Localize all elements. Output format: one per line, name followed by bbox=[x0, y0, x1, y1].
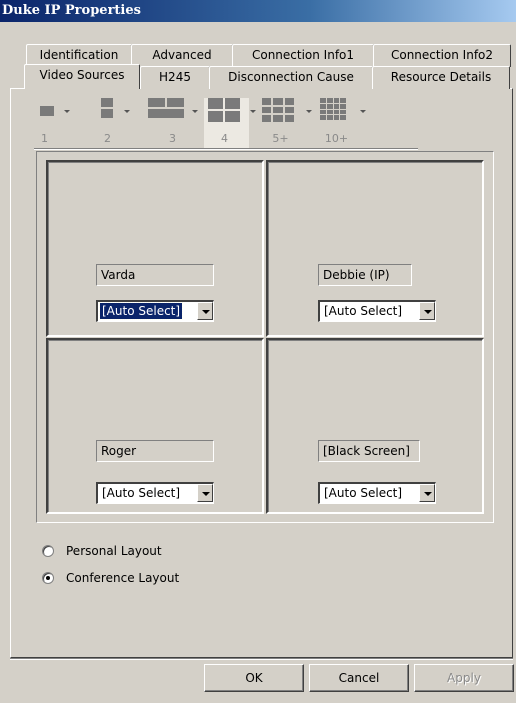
layout-1-icon bbox=[40, 106, 54, 116]
tab-advanced[interactable]: Advanced bbox=[131, 44, 233, 67]
layout-10plus-button[interactable]: 10+ bbox=[320, 98, 366, 148]
cancel-button[interactable]: Cancel bbox=[309, 664, 409, 692]
video-source-select[interactable]: [Auto Select] bbox=[318, 300, 436, 322]
layout-10plus-icon bbox=[320, 98, 346, 120]
video-source-select[interactable]: [Auto Select] bbox=[318, 482, 436, 504]
layout-2-icon bbox=[101, 98, 113, 118]
tab-resource-details[interactable]: Resource Details bbox=[372, 66, 510, 89]
chevron-down-icon[interactable] bbox=[197, 302, 213, 320]
layout-2-label: 2 bbox=[104, 132, 111, 145]
chevron-down-icon[interactable] bbox=[197, 484, 213, 502]
layout-3-label: 3 bbox=[169, 132, 176, 145]
layout-4-button[interactable]: 4 bbox=[204, 98, 256, 148]
window-title: Duke IP Properties bbox=[0, 0, 516, 22]
tab-video-sources[interactable]: Video Sources bbox=[24, 64, 140, 89]
ok-button[interactable]: OK bbox=[204, 664, 304, 692]
toolbar-separator bbox=[34, 148, 418, 150]
layout-3-icon bbox=[148, 98, 184, 118]
dropdown-arrow-icon bbox=[250, 110, 256, 113]
layout-4-icon bbox=[208, 98, 240, 122]
tab-connection-info2[interactable]: Connection Info2 bbox=[373, 44, 511, 67]
layout-10plus-label: 10+ bbox=[324, 132, 349, 145]
radio-unchecked-icon bbox=[42, 545, 54, 557]
layout-2-button[interactable]: 2 bbox=[90, 98, 135, 148]
layout-4-label: 4 bbox=[221, 132, 228, 145]
video-cell-3[interactable]: Roger [Auto Select] bbox=[46, 338, 264, 514]
personal-layout-label: Personal Layout bbox=[66, 544, 162, 558]
video-cell-2[interactable]: Debbie (IP) [Auto Select] bbox=[266, 160, 484, 337]
video-source-value: [Auto Select] bbox=[324, 486, 403, 500]
participant-name: Debbie (IP) bbox=[318, 264, 412, 286]
video-source-value: [Auto Select] bbox=[98, 302, 184, 320]
tab-h245[interactable]: H245 bbox=[140, 66, 210, 89]
video-source-value: [Auto Select] bbox=[324, 304, 403, 318]
dropdown-arrow-icon bbox=[306, 110, 312, 113]
participant-name: Roger bbox=[96, 440, 214, 462]
layout-1-label: 1 bbox=[41, 132, 48, 145]
layout-5plus-label: 5+ bbox=[272, 132, 289, 145]
tab-connection-info1[interactable]: Connection Info1 bbox=[232, 44, 374, 67]
dropdown-arrow-icon bbox=[192, 110, 198, 113]
layout-1-button[interactable]: 1 bbox=[38, 98, 83, 148]
apply-button[interactable]: Apply bbox=[414, 664, 514, 692]
video-source-value: [Auto Select] bbox=[102, 486, 181, 500]
video-source-select[interactable]: [Auto Select] bbox=[96, 300, 214, 322]
dropdown-arrow-icon bbox=[124, 110, 130, 113]
video-cell-1[interactable]: Varda [Auto Select] bbox=[46, 160, 264, 337]
video-source-select[interactable]: [Auto Select] bbox=[96, 482, 214, 504]
conference-layout-label: Conference Layout bbox=[66, 571, 180, 585]
button-bar-divider bbox=[10, 658, 513, 660]
chevron-down-icon[interactable] bbox=[419, 484, 435, 502]
participant-name: [Black Screen] bbox=[318, 440, 420, 462]
layout-5plus-button[interactable]: 5+ bbox=[262, 98, 312, 148]
chevron-down-icon[interactable] bbox=[419, 302, 435, 320]
tab-disconnection-cause[interactable]: Disconnection Cause bbox=[209, 66, 373, 89]
dropdown-arrow-icon bbox=[64, 110, 70, 113]
radio-checked-icon bbox=[42, 572, 54, 584]
participant-name: Varda bbox=[96, 264, 214, 286]
dropdown-arrow-icon bbox=[360, 110, 366, 113]
video-cell-4[interactable]: [Black Screen] [Auto Select] bbox=[266, 338, 484, 514]
properties-dialog: Duke IP Properties Identification Advanc… bbox=[0, 0, 516, 703]
layout-3-button[interactable]: 3 bbox=[148, 98, 198, 148]
layout-5plus-icon bbox=[262, 98, 294, 122]
